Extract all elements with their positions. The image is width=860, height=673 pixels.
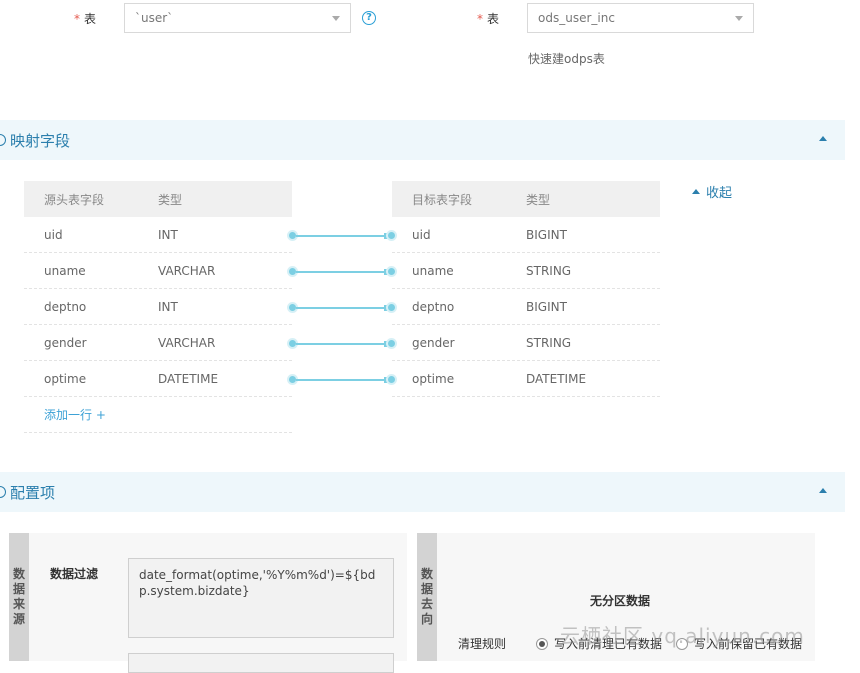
field-connector[interactable] — [287, 266, 397, 278]
source-table-value: `user` — [135, 11, 174, 25]
filter-label: 数据过滤 — [50, 567, 99, 581]
field-name: gender — [412, 335, 455, 350]
tab-char: 据 — [420, 582, 433, 596]
table-row[interactable]: optime DATETIME — [392, 361, 660, 397]
table-row[interactable]: uname VARCHAR — [24, 253, 292, 289]
table-row[interactable]: deptno INT — [24, 289, 292, 325]
target-table-header: 目标表字段 类型 — [392, 181, 660, 217]
source-table-header: 源头表字段 类型 — [24, 181, 292, 217]
connector-line — [296, 271, 388, 273]
mapping-section-title: 映射字段 — [10, 131, 71, 150]
field-type: INT — [158, 227, 178, 242]
chevron-down-icon — [332, 15, 340, 21]
radio-dot — [539, 640, 545, 647]
table-row[interactable]: uname STRING — [392, 253, 660, 289]
field-name: optime — [44, 371, 87, 386]
tab-char: 去 — [420, 597, 433, 611]
target-table-value: ods_user_inc — [538, 11, 615, 25]
field-name: uid — [44, 227, 63, 242]
config-section-title: 配置项 — [10, 483, 56, 502]
field-type: BIGINT — [526, 227, 567, 242]
target-table-select[interactable]: ods_user_inc — [527, 3, 754, 33]
connector-line — [296, 343, 388, 345]
table-row[interactable]: uid INT — [24, 217, 292, 253]
next-textarea[interactable] — [128, 653, 394, 673]
table-row[interactable]: deptno BIGINT — [392, 289, 660, 325]
collapse-up-icon[interactable] — [819, 136, 827, 141]
field-connector[interactable] — [287, 374, 397, 386]
data-dest-tab-label: 数据去向 — [421, 567, 433, 627]
source-table-select[interactable]: `user` — [124, 3, 351, 33]
source-fields-table: 源头表字段 类型 uid INT uname VARCHAR deptno IN… — [24, 181, 292, 433]
target-fields-table: 目标表字段 类型 uid BIGINT uname STRING deptno … — [392, 181, 660, 397]
field-connector[interactable] — [287, 230, 397, 242]
collapse-up-icon[interactable] — [819, 488, 827, 493]
field-name: uid — [412, 227, 431, 242]
field-type: DATETIME — [526, 371, 587, 386]
table-row[interactable]: optime DATETIME — [24, 361, 292, 397]
section-ring-icon — [0, 134, 6, 146]
quick-create-odps-link[interactable]: 快速建odps表 — [528, 50, 605, 67]
tab-char: 数 — [12, 567, 25, 581]
chevron-down-icon — [735, 15, 743, 21]
connector-line — [296, 379, 388, 381]
field-type: BIGINT — [526, 299, 567, 314]
table-row[interactable]: gender VARCHAR — [24, 325, 292, 361]
tab-char: 据 — [12, 582, 25, 596]
section-ring-icon — [0, 486, 6, 498]
field-name: uname — [412, 263, 454, 278]
watermark: 云栖社区 yq.aliyun.com — [560, 624, 805, 648]
column-header: 目标表字段 — [412, 192, 473, 207]
field-type: STRING — [526, 335, 572, 350]
tab-char: 来 — [12, 597, 25, 611]
field-type: INT — [158, 299, 178, 314]
column-header: 源头表字段 — [44, 192, 105, 207]
source-table-label: * 表 — [74, 12, 97, 26]
partition-title: 无分区数据 — [590, 594, 651, 608]
required-star: * — [477, 12, 483, 26]
connector-line — [296, 235, 388, 237]
table-row[interactable]: uid BIGINT — [392, 217, 660, 253]
column-header: 类型 — [158, 192, 183, 207]
data-source-tab-label: 数据来源 — [13, 567, 25, 627]
field-type: VARCHAR — [158, 335, 216, 350]
field-type: DATETIME — [158, 371, 219, 386]
connector-line — [296, 307, 388, 309]
field-name: optime — [412, 371, 455, 386]
required-star: * — [74, 12, 80, 26]
tab-char: 源 — [12, 612, 25, 626]
mapping-section-header[interactable]: 映射字段 — [0, 120, 845, 160]
field-name: gender — [44, 335, 87, 350]
table-row[interactable]: gender STRING — [392, 325, 660, 361]
radio-selected[interactable] — [536, 637, 548, 650]
triangle-up-icon — [692, 189, 700, 194]
tab-char: 数 — [420, 567, 433, 581]
data-dest-tab: 数据去向 — [417, 533, 437, 661]
field-name: deptno — [44, 299, 87, 314]
field-type: STRING — [526, 263, 572, 278]
filter-textarea[interactable]: date_format(optime,'%Y%m%d')=${bdp.syste… — [128, 558, 394, 638]
tab-char: 向 — [420, 612, 433, 626]
field-connector[interactable] — [287, 302, 397, 314]
add-row-button[interactable]: 添加一行 + — [24, 397, 292, 433]
data-source-tab: 数据来源 — [9, 533, 29, 661]
clean-rule-label: 清理规则 — [458, 637, 507, 651]
field-name: deptno — [412, 299, 455, 314]
collapse-label: 收起 — [706, 186, 733, 201]
question-circle-icon[interactable]: ? — [362, 11, 376, 25]
config-section-header[interactable]: 配置项 — [0, 472, 845, 512]
field-name: uname — [44, 263, 86, 278]
target-table-label: * 表 — [477, 12, 500, 26]
collapse-button[interactable]: 收起 — [692, 182, 732, 201]
column-header: 类型 — [526, 192, 551, 207]
field-type: VARCHAR — [158, 263, 216, 278]
field-connector[interactable] — [287, 338, 397, 350]
